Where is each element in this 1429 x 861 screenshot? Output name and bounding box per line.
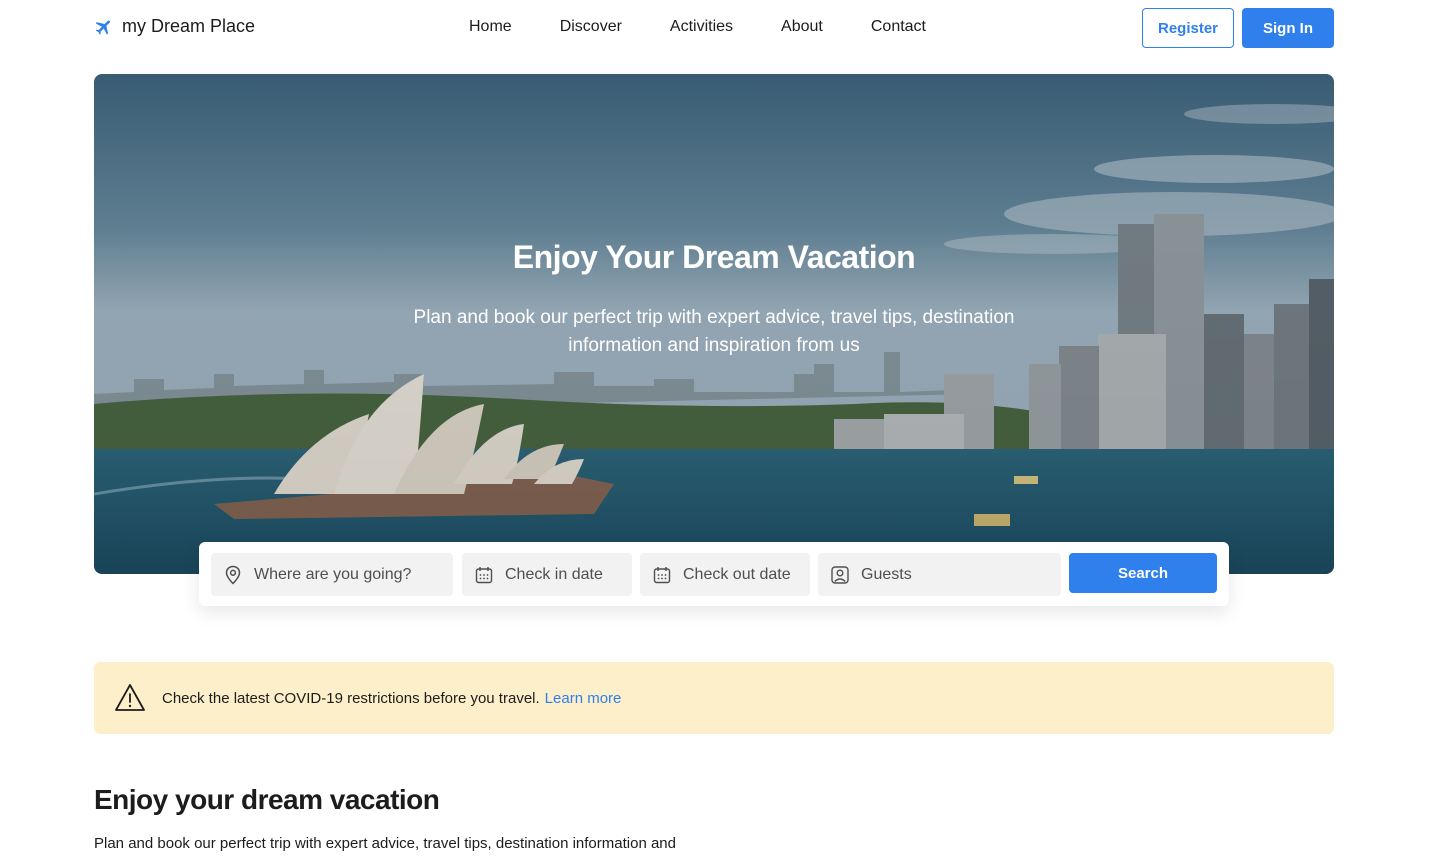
search-bar: Where are you going? Check in date Check…	[199, 542, 1229, 606]
destination-placeholder: Where are you going?	[254, 565, 412, 583]
nav-activities-link[interactable]: Activities	[670, 18, 733, 36]
nav-contact-link[interactable]: Contact	[871, 18, 926, 36]
guests-placeholder: Guests	[861, 565, 912, 583]
location-pin-icon	[223, 565, 243, 585]
section-title: Enjoy your dream vacation	[94, 784, 440, 815]
section-text: Plan and book our perfect trip with expe…	[94, 835, 676, 852]
airplane-icon	[94, 17, 114, 37]
nav-home-link[interactable]: Home	[469, 18, 512, 36]
check-out-date-input[interactable]: Check out date	[640, 553, 810, 596]
warning-icon	[114, 682, 146, 714]
hero-subtitle: Plan and book our perfect trip with expe…	[413, 307, 1015, 356]
covid-alert-banner: Check the latest COVID-19 restrictions b…	[94, 662, 1334, 734]
register-button[interactable]: Register	[1142, 8, 1234, 48]
check-in-date-input[interactable]: Check in date	[462, 553, 632, 596]
calendar-icon	[474, 565, 494, 585]
user-icon	[830, 565, 850, 585]
logo-text: my Dream Place	[122, 16, 256, 36]
search-button[interactable]: Search	[1069, 553, 1217, 593]
learn-more-link[interactable]: Learn more	[545, 690, 622, 707]
check-out-placeholder: Check out date	[683, 565, 791, 583]
nav-about-link[interactable]: About	[781, 18, 823, 36]
destination-input[interactable]: Where are you going?	[211, 553, 453, 596]
hero-banner: Enjoy Your Dream Vacation Plan and book …	[94, 74, 1334, 574]
calendar-icon	[652, 565, 672, 585]
check-in-placeholder: Check in date	[505, 565, 603, 583]
sign-in-button[interactable]: Sign In	[1242, 8, 1334, 48]
alert-text: Check the latest COVID-19 restrictions b…	[162, 689, 540, 707]
top-nav-bar: my Dream Place Home Discover Activities …	[0, 0, 1429, 56]
guests-input[interactable]: Guests	[818, 553, 1061, 596]
nav-discover-link[interactable]: Discover	[560, 18, 622, 36]
main-nav: Home Discover Activities About Contact	[469, 18, 926, 36]
hero-title: Enjoy Your Dream Vacation	[512, 239, 916, 275]
logo[interactable]: my Dream Place	[94, 16, 255, 37]
